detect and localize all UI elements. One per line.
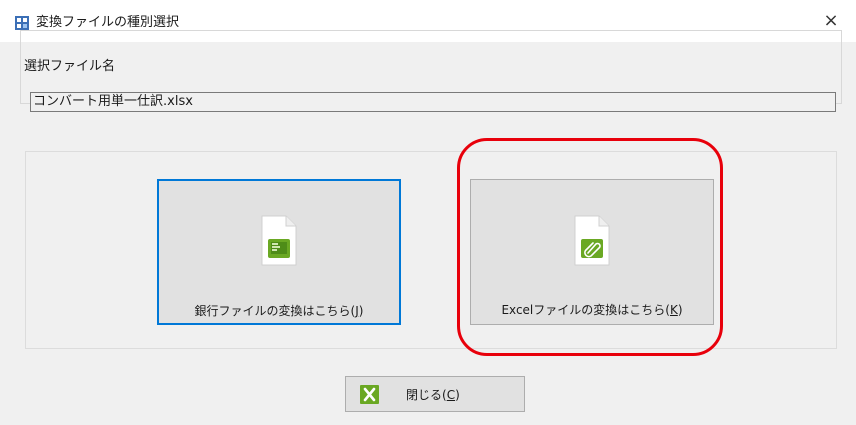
selected-file-field: コンバート用単一仕訳.xlsx <box>30 92 836 112</box>
highlight-annotation <box>457 138 723 356</box>
close-window-icon[interactable]: × <box>822 12 840 30</box>
selected-file-label: 選択ファイル名 <box>22 58 118 76</box>
close-button-label: 閉じる(C) <box>406 388 460 402</box>
close-button[interactable]: 閉じる(C) <box>345 376 525 412</box>
bank-file-convert-button[interactable]: 銀行ファイルの変換はこちら(J) <box>157 179 401 325</box>
bank-file-convert-label: 銀行ファイルの変換はこちら(J) <box>194 304 364 318</box>
close-x-icon <box>360 385 379 404</box>
app-icon <box>15 16 29 30</box>
bank-file-icon <box>261 215 297 266</box>
